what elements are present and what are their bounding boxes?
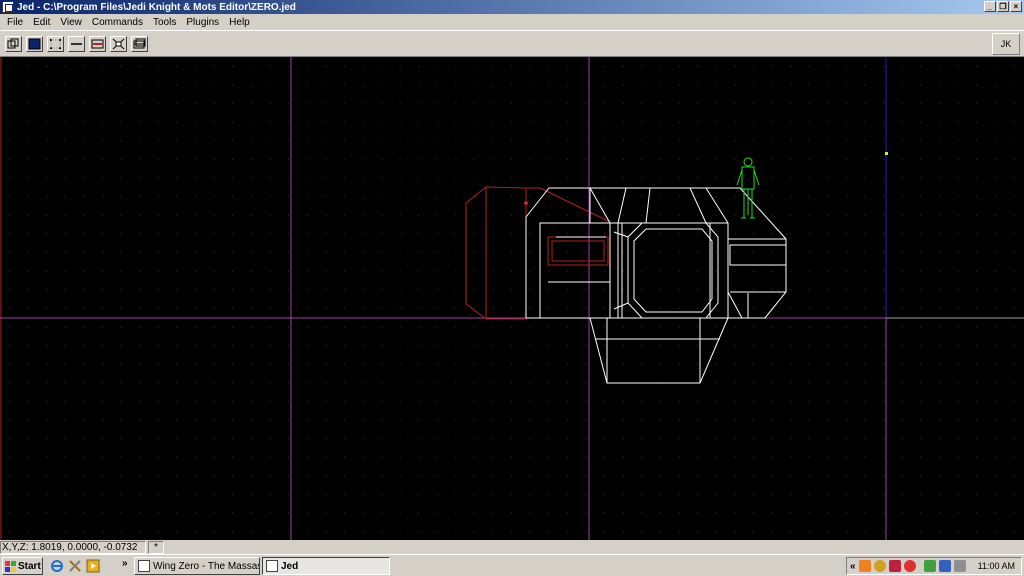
volume-icon[interactable] — [953, 560, 966, 572]
jed-app-icon — [2, 1, 14, 13]
windows-flag-icon — [5, 560, 16, 572]
jk-button[interactable]: JK — [992, 33, 1020, 55]
grid-dots — [0, 57, 1024, 540]
title-bar: Jed - C:\Program Files\Jedi Knight & Mot… — [0, 0, 1024, 14]
edge-icon — [71, 43, 82, 45]
menu-commands[interactable]: Commands — [87, 17, 148, 28]
minimize-button[interactable]: _ — [984, 1, 996, 12]
task-jed[interactable]: Jed — [262, 557, 390, 575]
toolbar: JK — [0, 30, 1024, 57]
browser-window-icon — [138, 560, 150, 572]
map-viewport[interactable] — [0, 57, 1024, 540]
tray-icon-2[interactable] — [873, 560, 886, 572]
clock: 11:00 AM — [977, 561, 1015, 571]
restore-button[interactable]: ❐ — [997, 1, 1009, 12]
menu-tools[interactable]: Tools — [148, 17, 181, 28]
modified-indicator: * — [148, 540, 164, 554]
menu-edit[interactable]: Edit — [28, 17, 55, 28]
tray-icon-3[interactable] — [888, 560, 901, 572]
ie-icon[interactable] — [50, 559, 64, 573]
start-button[interactable]: Start — [2, 557, 43, 575]
vertex-icon — [50, 39, 61, 49]
network-icon[interactable] — [938, 560, 951, 572]
tray-icon-4[interactable] — [903, 560, 916, 572]
tray-icon-5[interactable] — [923, 560, 936, 572]
light-marker[interactable] — [885, 152, 888, 155]
window-controls: _ ❐ × — [984, 1, 1022, 12]
surface-mode-button[interactable] — [89, 36, 106, 52]
media-icon[interactable] — [86, 559, 100, 573]
thing-icon — [112, 38, 125, 50]
jed-app-icon — [266, 560, 278, 572]
cursor-coordinates: X,Y,Z: 1.8019, 0.0000, -0.0732 — [0, 540, 146, 554]
quick-launch-chevron[interactable]: » — [122, 558, 128, 569]
menu-plugins[interactable]: Plugins — [181, 17, 224, 28]
map-canvas[interactable] — [0, 57, 1024, 540]
tray-chevron[interactable]: « — [850, 561, 856, 572]
lights-icon — [133, 38, 146, 49]
system-tray: « 11:00 AM — [846, 557, 1022, 575]
status-bar: X,Y,Z: 1.8019, 0.0000, -0.0732 * — [0, 540, 1024, 554]
taskbar: Start » Wing Zero - The Massass... Jed «… — [0, 554, 1024, 576]
task-wing-zero[interactable]: Wing Zero - The Massass... — [134, 557, 260, 575]
window-title: Jed - C:\Program Files\Jedi Knight & Mot… — [17, 1, 296, 13]
task-label: Jed — [281, 560, 299, 572]
lights-mode-button[interactable] — [131, 36, 148, 52]
view-3d-icon — [7, 38, 19, 49]
tools-icon[interactable] — [68, 559, 82, 573]
tray-icon-1[interactable] — [858, 560, 871, 572]
sector-mode-button[interactable] — [26, 36, 43, 52]
edge-mode-button[interactable] — [68, 36, 85, 52]
surface-icon — [91, 39, 104, 49]
vertex-mode-button[interactable] — [47, 36, 64, 52]
thing-mode-button[interactable] — [110, 36, 127, 52]
view-3d-button[interactable] — [5, 36, 22, 52]
close-button[interactable]: × — [1010, 1, 1022, 12]
task-label: Wing Zero - The Massass... — [153, 560, 259, 572]
menu-file[interactable]: File — [2, 17, 28, 28]
menu-view[interactable]: View — [55, 17, 87, 28]
menu-bar: File Edit View Commands Tools Plugins He… — [0, 14, 1024, 30]
sector-icon — [28, 38, 41, 50]
menu-help[interactable]: Help — [224, 17, 255, 28]
start-label: Start — [18, 560, 41, 572]
